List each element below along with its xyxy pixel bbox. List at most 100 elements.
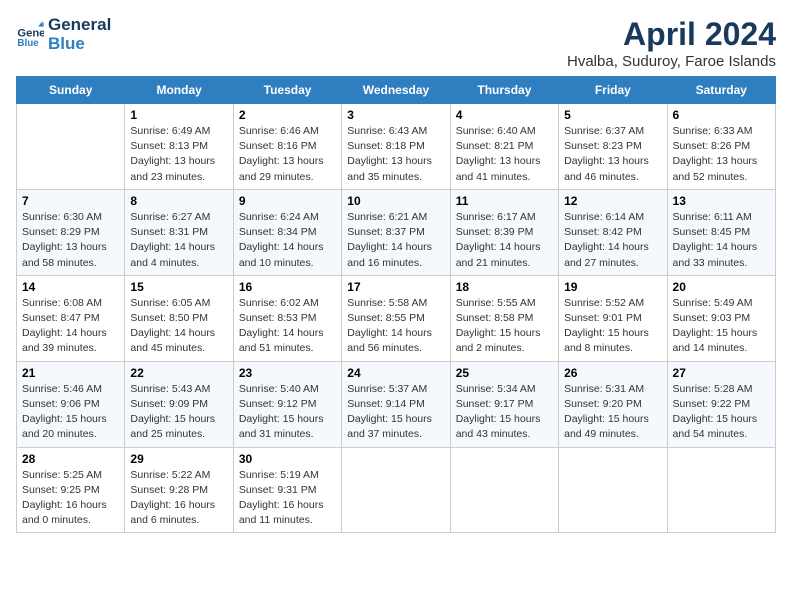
calendar-cell: 25 Sunrise: 5:34 AM Sunset: 9:17 PM Dayli… — [450, 361, 558, 447]
day-number: 6 — [673, 108, 770, 122]
day-number: 26 — [564, 366, 661, 380]
calendar-cell: 4 Sunrise: 6:40 AM Sunset: 8:21 PM Daylig… — [450, 104, 558, 190]
day-number: 18 — [456, 280, 553, 294]
day-number: 19 — [564, 280, 661, 294]
day-number: 21 — [22, 366, 119, 380]
day-info: Sunrise: 5:40 AM Sunset: 9:12 PM Dayligh… — [239, 382, 336, 443]
calendar-cell: 16 Sunrise: 6:02 AM Sunset: 8:53 PM Dayli… — [233, 275, 341, 361]
day-number: 15 — [130, 280, 227, 294]
calendar-cell: 19 Sunrise: 5:52 AM Sunset: 9:01 PM Dayli… — [559, 275, 667, 361]
logo-general: General — [48, 16, 111, 35]
day-number: 7 — [22, 194, 119, 208]
day-info: Sunrise: 5:52 AM Sunset: 9:01 PM Dayligh… — [564, 296, 661, 357]
day-number: 8 — [130, 194, 227, 208]
calendar-cell: 24 Sunrise: 5:37 AM Sunset: 9:14 PM Dayli… — [342, 361, 450, 447]
day-info: Sunrise: 6:49 AM Sunset: 8:13 PM Dayligh… — [130, 124, 227, 185]
calendar-week-3: 21 Sunrise: 5:46 AM Sunset: 9:06 PM Dayli… — [17, 361, 776, 447]
day-info: Sunrise: 6:11 AM Sunset: 8:45 PM Dayligh… — [673, 210, 770, 271]
day-info: Sunrise: 6:30 AM Sunset: 8:29 PM Dayligh… — [22, 210, 119, 271]
calendar-cell: 17 Sunrise: 5:58 AM Sunset: 8:55 PM Dayli… — [342, 275, 450, 361]
calendar-cell — [559, 447, 667, 533]
day-info: Sunrise: 6:40 AM Sunset: 8:21 PM Dayligh… — [456, 124, 553, 185]
day-info: Sunrise: 6:14 AM Sunset: 8:42 PM Dayligh… — [564, 210, 661, 271]
calendar-cell: 30Sunrise: 5:19 AM Sunset: 9:31 PM Dayli… — [233, 447, 341, 533]
day-info: Sunrise: 5:49 AM Sunset: 9:03 PM Dayligh… — [673, 296, 770, 357]
day-info: Sunrise: 5:31 AM Sunset: 9:20 PM Dayligh… — [564, 382, 661, 443]
day-number: 17 — [347, 280, 444, 294]
calendar-table: SundayMondayTuesdayWednesdayThursdayFrid… — [16, 76, 776, 533]
day-number: 5 — [564, 108, 661, 122]
day-info: Sunrise: 6:27 AM Sunset: 8:31 PM Dayligh… — [130, 210, 227, 271]
calendar-cell — [450, 447, 558, 533]
weekday-wednesday: Wednesday — [342, 77, 450, 104]
day-number: 14 — [22, 280, 119, 294]
weekday-monday: Monday — [125, 77, 233, 104]
day-info: Sunrise: 6:37 AM Sunset: 8:23 PM Dayligh… — [564, 124, 661, 185]
day-info: Sunrise: 6:21 AM Sunset: 8:37 PM Dayligh… — [347, 210, 444, 271]
day-info: Sunrise: 5:22 AM Sunset: 9:28 PM Dayligh… — [130, 468, 227, 529]
day-number: 22 — [130, 366, 227, 380]
day-number: 25 — [456, 366, 553, 380]
day-info: Sunrise: 5:46 AM Sunset: 9:06 PM Dayligh… — [22, 382, 119, 443]
calendar-cell: 22 Sunrise: 5:43 AM Sunset: 9:09 PM Dayli… — [125, 361, 233, 447]
month-title: April 2024 — [567, 16, 776, 53]
calendar-cell: 12Sunrise: 6:14 AM Sunset: 8:42 PM Dayli… — [559, 189, 667, 275]
calendar-cell: 15 Sunrise: 6:05 AM Sunset: 8:50 PM Dayli… — [125, 275, 233, 361]
day-number: 29 — [130, 452, 227, 466]
calendar-cell: 23Sunrise: 5:40 AM Sunset: 9:12 PM Dayli… — [233, 361, 341, 447]
calendar-cell: 7 Sunrise: 6:30 AM Sunset: 8:29 PM Daylig… — [17, 189, 125, 275]
header: General Blue General Blue April 2024 Hva… — [16, 16, 776, 70]
calendar-cell: 11Sunrise: 6:17 AM Sunset: 8:39 PM Dayli… — [450, 189, 558, 275]
day-number: 27 — [673, 366, 770, 380]
svg-text:Blue: Blue — [17, 38, 39, 49]
day-info: Sunrise: 5:37 AM Sunset: 9:14 PM Dayligh… — [347, 382, 444, 443]
day-info: Sunrise: 6:24 AM Sunset: 8:34 PM Dayligh… — [239, 210, 336, 271]
day-number: 4 — [456, 108, 553, 122]
calendar-cell: 8 Sunrise: 6:27 AM Sunset: 8:31 PM Daylig… — [125, 189, 233, 275]
day-info: Sunrise: 6:05 AM Sunset: 8:50 PM Dayligh… — [130, 296, 227, 357]
day-number: 13 — [673, 194, 770, 208]
calendar-cell: 21 Sunrise: 5:46 AM Sunset: 9:06 PM Dayli… — [17, 361, 125, 447]
calendar-cell — [667, 447, 775, 533]
day-info: Sunrise: 6:02 AM Sunset: 8:53 PM Dayligh… — [239, 296, 336, 357]
calendar-cell: 26 Sunrise: 5:31 AM Sunset: 9:20 PM Dayli… — [559, 361, 667, 447]
calendar-cell: 28 Sunrise: 5:25 AM Sunset: 9:25 PM Dayli… — [17, 447, 125, 533]
day-number: 24 — [347, 366, 444, 380]
day-number: 16 — [239, 280, 336, 294]
logo-icon: General Blue — [16, 21, 44, 49]
weekday-header-row: SundayMondayTuesdayWednesdayThursdayFrid… — [17, 77, 776, 104]
day-info: Sunrise: 5:25 AM Sunset: 9:25 PM Dayligh… — [22, 468, 119, 529]
weekday-thursday: Thursday — [450, 77, 558, 104]
day-number: 28 — [22, 452, 119, 466]
day-number: 1 — [130, 108, 227, 122]
calendar-header: SundayMondayTuesdayWednesdayThursdayFrid… — [17, 77, 776, 104]
calendar-cell: 18Sunrise: 5:55 AM Sunset: 8:58 PM Dayli… — [450, 275, 558, 361]
day-number: 20 — [673, 280, 770, 294]
day-number: 30 — [239, 452, 336, 466]
day-info: Sunrise: 6:43 AM Sunset: 8:18 PM Dayligh… — [347, 124, 444, 185]
calendar-cell: 5 Sunrise: 6:37 AM Sunset: 8:23 PM Daylig… — [559, 104, 667, 190]
calendar-cell: 9Sunrise: 6:24 AM Sunset: 8:34 PM Daylig… — [233, 189, 341, 275]
calendar-week-4: 28 Sunrise: 5:25 AM Sunset: 9:25 PM Dayli… — [17, 447, 776, 533]
calendar-cell — [342, 447, 450, 533]
calendar-cell: 14 Sunrise: 6:08 AM Sunset: 8:47 PM Dayli… — [17, 275, 125, 361]
day-info: Sunrise: 6:08 AM Sunset: 8:47 PM Dayligh… — [22, 296, 119, 357]
day-info: Sunrise: 6:33 AM Sunset: 8:26 PM Dayligh… — [673, 124, 770, 185]
logo: General Blue General Blue — [16, 16, 111, 53]
day-info: Sunrise: 5:28 AM Sunset: 9:22 PM Dayligh… — [673, 382, 770, 443]
day-info: Sunrise: 6:17 AM Sunset: 8:39 PM Dayligh… — [456, 210, 553, 271]
calendar-cell: 2Sunrise: 6:46 AM Sunset: 8:16 PM Daylig… — [233, 104, 341, 190]
calendar-cell: 1 Sunrise: 6:49 AM Sunset: 8:13 PM Daylig… — [125, 104, 233, 190]
calendar-cell — [17, 104, 125, 190]
day-info: Sunrise: 6:46 AM Sunset: 8:16 PM Dayligh… — [239, 124, 336, 185]
weekday-friday: Friday — [559, 77, 667, 104]
day-number: 3 — [347, 108, 444, 122]
logo-blue: Blue — [48, 35, 111, 54]
day-info: Sunrise: 5:43 AM Sunset: 9:09 PM Dayligh… — [130, 382, 227, 443]
location-subtitle: Hvalba, Suduroy, Faroe Islands — [567, 53, 776, 70]
calendar-cell: 27 Sunrise: 5:28 AM Sunset: 9:22 PM Dayli… — [667, 361, 775, 447]
day-number: 10 — [347, 194, 444, 208]
day-info: Sunrise: 5:58 AM Sunset: 8:55 PM Dayligh… — [347, 296, 444, 357]
weekday-tuesday: Tuesday — [233, 77, 341, 104]
day-info: Sunrise: 5:34 AM Sunset: 9:17 PM Dayligh… — [456, 382, 553, 443]
